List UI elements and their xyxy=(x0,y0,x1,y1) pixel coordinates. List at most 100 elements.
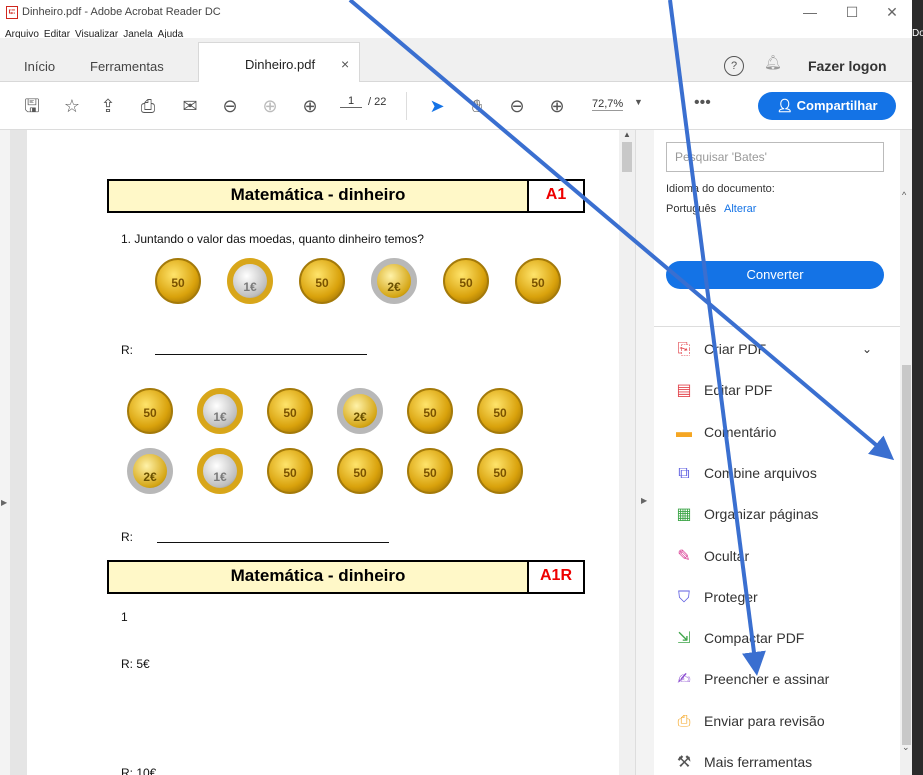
coin-row1-2: 50 xyxy=(299,258,345,304)
compress-pdf-icon: ⇲ xyxy=(677,630,691,648)
tool-label: Ocultar xyxy=(704,547,750,564)
pane-scroll-up-icon[interactable]: ^ xyxy=(902,190,906,200)
expand-left-icon[interactable]: ▶ xyxy=(1,498,7,507)
tool-item-5[interactable]: ✎ Ocultar xyxy=(654,537,900,578)
upload-cloud-icon[interactable]: ⇪ xyxy=(96,82,120,130)
answer-line-2 xyxy=(157,542,389,543)
select-cursor-icon[interactable]: ➤ xyxy=(425,82,449,130)
close-window-button[interactable]: ✕ xyxy=(872,4,912,21)
tab-document[interactable]: Dinheiro.pdf × xyxy=(198,42,360,82)
background-window-strip: Do xyxy=(912,0,923,775)
help-icon[interactable]: ? xyxy=(724,56,744,76)
tool-label: Combine arquivos xyxy=(704,464,817,481)
scroll-up-icon[interactable]: ▲ xyxy=(623,130,631,139)
share-button[interactable]: 👤︎ Compartilhar xyxy=(758,92,896,120)
page-down-icon[interactable]: ⊕ xyxy=(298,82,322,130)
email-icon[interactable]: ✉ xyxy=(178,82,202,130)
more-options-icon[interactable]: ••• xyxy=(694,94,711,112)
coin-row2-1: 1€ xyxy=(197,388,243,434)
answer-text-2: R: 10€ xyxy=(121,766,157,775)
tool-item-1[interactable]: ▤ Editar PDF xyxy=(654,371,900,412)
zoom-in-icon[interactable]: ⊕ xyxy=(545,82,569,130)
zoom-out-icon[interactable]: ⊖ xyxy=(505,82,529,130)
tool-item-10[interactable]: ⚒ Mais ferramentas xyxy=(654,743,900,775)
search-placeholder: Pesquisar 'Bates' xyxy=(675,150,767,164)
coin-row3-4: 50 xyxy=(407,448,453,494)
coin-row2-2: 50 xyxy=(267,388,313,434)
convert-button[interactable]: Converter xyxy=(666,261,884,289)
coin-row3-2: 50 xyxy=(267,448,313,494)
fill-sign-icon: ✍ xyxy=(677,671,691,689)
answer-line-1 xyxy=(155,354,367,355)
title-bar: ⮓ Dinheiro.pdf - Adobe Acrobat Reader DC… xyxy=(0,0,912,26)
document-scroll-thumb[interactable] xyxy=(622,142,632,172)
coin-row2-5: 50 xyxy=(477,388,523,434)
tool-item-4[interactable]: ▦ Organizar páginas xyxy=(654,495,900,536)
page-up-icon[interactable]: ⊕ xyxy=(258,82,282,130)
minimize-button[interactable]: — xyxy=(790,4,830,20)
create-pdf-icon: ⎘ xyxy=(677,341,691,358)
page-number-input[interactable]: 1 xyxy=(340,95,362,108)
bell-icon[interactable]: 🔔︎ xyxy=(764,54,782,71)
tab-home[interactable]: Início xyxy=(24,38,55,82)
answer-number: 1 xyxy=(121,610,128,624)
tool-item-6[interactable]: ⛉ Proteger xyxy=(654,578,900,619)
tool-label: Proteger xyxy=(704,588,758,605)
coin-row1-1: 1€ xyxy=(227,258,273,304)
menu-bar: Arquivo Editar Visualizar Janela Ajuda xyxy=(0,24,912,40)
tool-item-7[interactable]: ⇲ Compactar PDF xyxy=(654,619,900,660)
zoom-search-icon[interactable]: ⊖ xyxy=(218,82,242,130)
header-box-a1r: Matemática - dinheiro A1R xyxy=(107,560,585,594)
tool-label: Editar PDF xyxy=(704,382,773,399)
header-code: A1 xyxy=(529,181,583,211)
tab-document-label: Dinheiro.pdf xyxy=(245,57,316,72)
pdf-page: Matemática - dinheiro A1 1. Juntando o v… xyxy=(27,130,619,775)
maximize-button[interactable]: ☐ xyxy=(832,4,872,21)
answer-text-1: R: 5€ xyxy=(121,657,150,671)
collapse-pane-icon[interactable]: ▶ xyxy=(641,496,647,505)
tool-label: Criar PDF xyxy=(704,341,767,357)
print-icon[interactable]: ⎙ xyxy=(136,82,160,130)
acrobat-window: ⮓ Dinheiro.pdf - Adobe Acrobat Reader DC… xyxy=(0,0,912,775)
tab-bar: Início Ferramentas Dinheiro.pdf × ? 🔔︎ F… xyxy=(0,38,912,82)
coin-row2-4: 50 xyxy=(407,388,453,434)
coin-row1-3: 2€ xyxy=(371,258,417,304)
language-label: Idioma do documento: xyxy=(666,183,775,195)
chevron-down-icon[interactable]: ⌄ xyxy=(862,342,872,356)
window-title: Dinheiro.pdf - Adobe Acrobat Reader DC xyxy=(22,6,221,18)
zoom-dropdown-icon[interactable]: ▼ xyxy=(634,97,643,107)
comment-icon: ▬ xyxy=(676,423,692,441)
protect-icon: ⛉ xyxy=(677,588,690,606)
zoom-level[interactable]: 72,7% xyxy=(592,98,624,111)
tool-item-3[interactable]: ⧉ Combine arquivos xyxy=(654,454,900,495)
login-button[interactable]: Fazer logon xyxy=(808,58,887,74)
more-tools-icon: ⚒ xyxy=(676,754,692,771)
coin-row3-3: 50 xyxy=(337,448,383,494)
send-review-icon: ⎙ xyxy=(677,712,691,730)
pane-divider[interactable]: ▶ xyxy=(635,130,655,775)
tools-pane-scroll-thumb[interactable] xyxy=(902,365,911,745)
hand-tool-icon[interactable]: ✋︎ xyxy=(465,82,489,130)
tab-tools[interactable]: Ferramentas xyxy=(90,38,164,82)
coin-row1-4: 50 xyxy=(443,258,489,304)
tools-pane: Pesquisar 'Bates' Idioma do documento: P… xyxy=(654,130,900,775)
redact-icon: ✎ xyxy=(677,547,691,565)
search-input[interactable]: Pesquisar 'Bates' xyxy=(666,142,884,172)
language-value: Português xyxy=(666,203,717,215)
tool-item-8[interactable]: ✍ Preencher e assinar xyxy=(654,660,900,701)
coin-row3-1: 1€ xyxy=(197,448,243,494)
tool-item-2[interactable]: ▬ Comentário xyxy=(654,413,900,454)
header-box-a1: Matemática - dinheiro A1 xyxy=(107,179,585,213)
tab-close-icon[interactable]: × xyxy=(341,56,349,72)
change-language-link[interactable]: Alterar xyxy=(724,203,756,215)
document-scrollbar[interactable]: ▲ xyxy=(619,130,635,775)
tool-label: Mais ferramentas xyxy=(704,754,813,770)
background-window-text: Do xyxy=(912,28,923,39)
pane-separator xyxy=(654,326,900,327)
answer-label-1: R: xyxy=(121,343,133,357)
tool-item-9[interactable]: ⎙ Enviar para revisão xyxy=(654,702,900,743)
save-icon[interactable]: 🖫 xyxy=(20,82,44,130)
toolbar-divider xyxy=(406,92,407,120)
star-icon[interactable]: ☆ xyxy=(60,82,84,130)
pdf-app-icon: ⮓ xyxy=(6,6,18,19)
